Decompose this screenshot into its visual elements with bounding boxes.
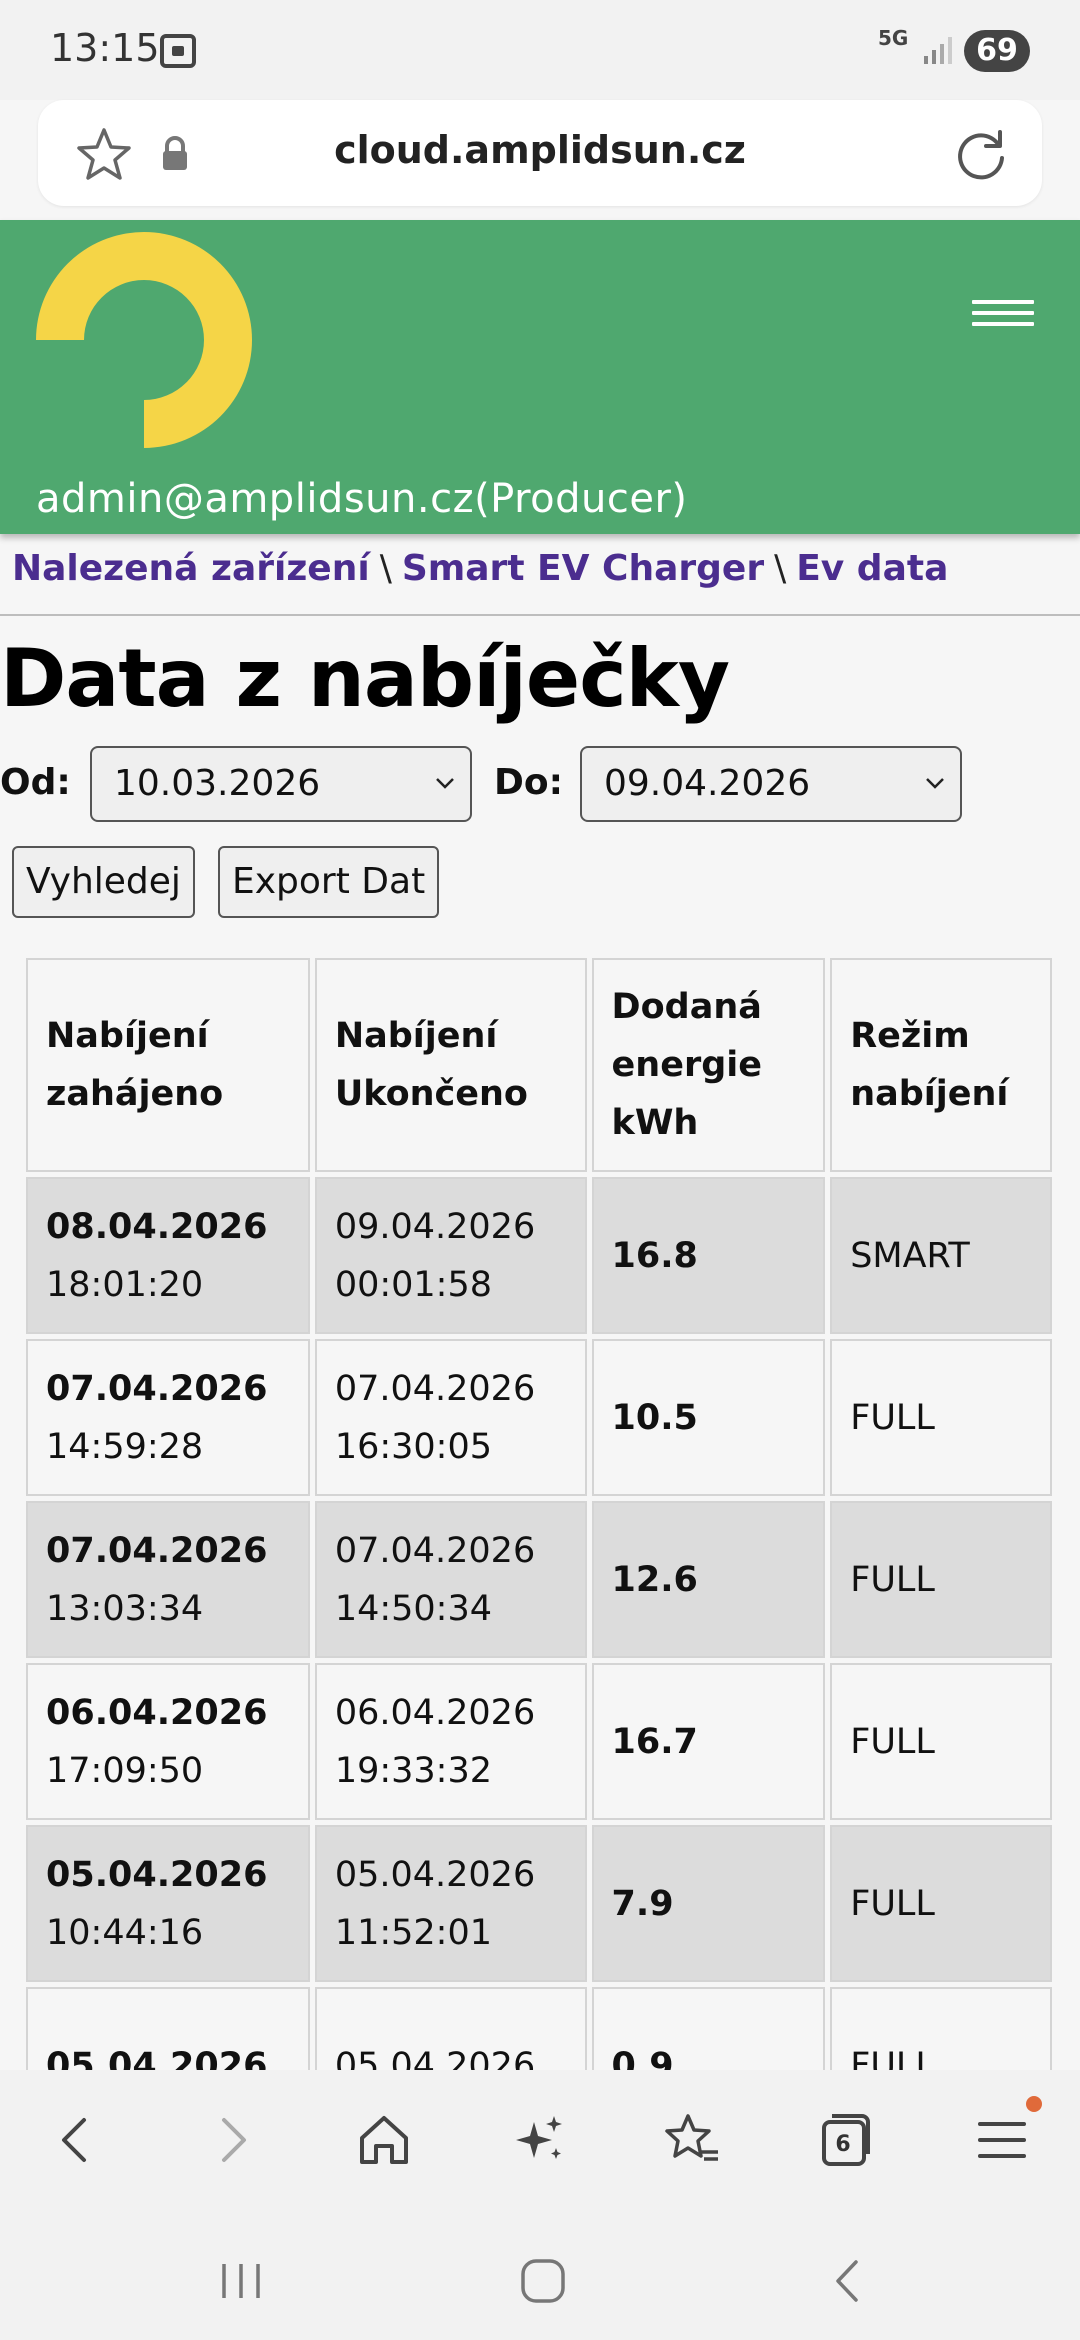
hamburger-menu-icon[interactable] (972, 300, 1034, 336)
system-navigation-bar (0, 2210, 1080, 2340)
start-date: 05.04.2026 (46, 1854, 268, 1895)
export-data-button[interactable]: Export Dat (218, 846, 440, 918)
breadcrumb-smart-ev-charger[interactable]: Smart EV Charger (402, 548, 764, 589)
home-icon[interactable] (352, 2108, 416, 2172)
table-row: 08.04.2026 18:01:20 09.04.2026 00:01:58 16… (26, 1177, 1052, 1334)
energy-value: 10.5 (591, 1339, 826, 1496)
table-row: 05.04.2026 05.04.2026 0.9 FULL (26, 1987, 1052, 2070)
to-label: Do: (494, 762, 564, 803)
end-time: 16:30:05 (334, 1426, 493, 1467)
start-time: 17:09:50 (46, 1750, 204, 1791)
logged-user: admin@amplidsun.cz(Producer) (36, 476, 688, 522)
menu-icon[interactable] (970, 2108, 1034, 2172)
start-time: 18:01:20 (46, 1264, 204, 1305)
charging-table-container[interactable]: Nabíjení zahájeno Nabíjení Ukončeno Doda… (26, 958, 1054, 2070)
col-header-start: Nabíjení zahájeno (26, 958, 310, 1172)
end-date: 07.04.2026 (334, 1368, 536, 1409)
start-date: 05.04.2026 (46, 2045, 268, 2071)
reload-icon[interactable] (950, 124, 1012, 186)
start-time: 10:44:16 (46, 1912, 204, 1953)
battery-indicator: 69 (964, 30, 1030, 72)
chevron-down-icon (926, 778, 944, 789)
browser-toolbar: 6 (0, 2070, 1080, 2210)
breadcrumb-separator: \ (774, 548, 787, 589)
end-date: 06.04.2026 (334, 1692, 536, 1733)
energy-value: 12.6 (591, 1501, 826, 1658)
to-date-select[interactable]: 09.04.2026 (580, 746, 962, 822)
charging-mode: FULL (830, 1339, 1052, 1496)
bookmarks-icon[interactable] (660, 2108, 724, 2172)
screenshot-icon (160, 34, 196, 68)
status-time: 13:15 (50, 26, 160, 70)
to-date-value: 09.04.2026 (604, 763, 811, 804)
charging-table: Nabíjení zahájeno Nabíjení Ukončeno Doda… (26, 958, 1054, 2070)
table-row: 06.04.2026 17:09:50 06.04.2026 19:33:32 16… (26, 1663, 1052, 1820)
start-date: 07.04.2026 (46, 1368, 268, 1409)
from-label: Od: (0, 762, 71, 803)
charging-mode: FULL (830, 1501, 1052, 1658)
from-date-select[interactable]: 10.03.2026 (90, 746, 472, 822)
address-bar[interactable]: cloud.amplidsun.cz (38, 100, 1042, 206)
home-button-icon[interactable] (518, 2256, 568, 2306)
charging-mode: FULL (830, 1663, 1052, 1820)
search-button[interactable]: Vyhledej (12, 846, 195, 918)
table-row: 05.04.2026 10:44:16 05.04.2026 11:52:01 7.… (26, 1825, 1052, 1982)
start-date: 08.04.2026 (46, 1206, 268, 1247)
tabs-count: 6 (835, 2132, 851, 2157)
divider (0, 614, 1080, 616)
end-time: 00:01:58 (334, 1264, 493, 1305)
table-header-row: Nabíjení zahájeno Nabíjení Ukončeno Doda… (26, 958, 1052, 1172)
from-date-value: 10.03.2026 (114, 763, 321, 804)
breadcrumb-separator: \ (379, 548, 392, 589)
end-date: 07.04.2026 (334, 1530, 536, 1571)
tabs-icon[interactable]: 6 (814, 2108, 878, 2172)
site-header: admin@amplidsun.cz(Producer) (0, 220, 1080, 534)
end-time: 14:50:34 (334, 1588, 493, 1629)
page-title: Data z nabíječky (0, 632, 730, 725)
table-row: 07.04.2026 14:59:28 07.04.2026 16:30:05 10… (26, 1339, 1052, 1496)
energy-value: 7.9 (591, 1825, 826, 1982)
ai-sparkle-icon[interactable] (508, 2108, 572, 2172)
forward-icon[interactable] (200, 2108, 264, 2172)
table-row: 07.04.2026 13:03:34 07.04.2026 14:50:34 12… (26, 1501, 1052, 1658)
charging-mode: FULL (830, 1987, 1052, 2070)
charging-mode: SMART (830, 1177, 1052, 1334)
system-back-icon[interactable] (822, 2256, 872, 2306)
recent-apps-icon[interactable] (216, 2256, 266, 2306)
energy-value: 16.7 (591, 1663, 826, 1820)
notification-dot (1026, 2096, 1042, 2112)
charging-mode: FULL (830, 1825, 1052, 1982)
col-header-energy: Dodaná energie kWh (591, 958, 826, 1172)
start-time: 13:03:34 (46, 1588, 204, 1629)
breadcrumb-found-devices[interactable]: Nalezená zařízení (12, 548, 370, 589)
breadcrumb: Nalezená zařízení \ Smart EV Charger \ Ev da… (12, 548, 948, 589)
end-date: 09.04.2026 (334, 1206, 536, 1247)
end-date: 05.04.2026 (334, 2045, 536, 2071)
end-time: 11:52:01 (334, 1912, 493, 1953)
end-time: 19:33:32 (334, 1750, 493, 1791)
start-time: 14:59:28 (46, 1426, 204, 1467)
start-date: 07.04.2026 (46, 1530, 268, 1571)
start-date: 06.04.2026 (46, 1692, 268, 1733)
breadcrumb-ev-data[interactable]: Ev data (796, 548, 948, 589)
col-header-mode: Režim nabíjení (830, 958, 1052, 1172)
url-text[interactable]: cloud.amplidsun.cz (38, 128, 1042, 172)
col-header-end: Nabíjení Ukončeno (314, 958, 587, 1172)
back-icon[interactable] (44, 2108, 108, 2172)
network-type: 5G (878, 26, 909, 50)
energy-value: 16.8 (591, 1177, 826, 1334)
energy-value: 0.9 (591, 1987, 826, 2070)
signal-icon (924, 37, 952, 64)
end-date: 05.04.2026 (334, 1854, 536, 1895)
amplidsun-logo[interactable] (36, 232, 252, 448)
chevron-down-icon (436, 778, 454, 789)
status-bar: 13:15 5G 69 (0, 0, 1080, 100)
